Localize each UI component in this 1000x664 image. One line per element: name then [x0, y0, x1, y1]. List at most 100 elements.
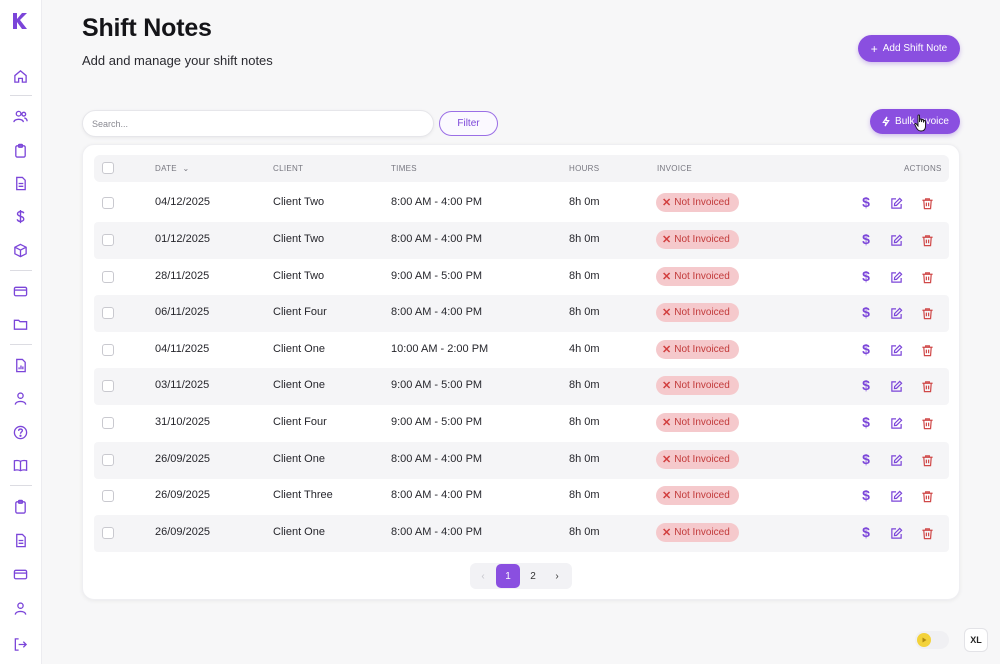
invoice-dollar-icon[interactable]: $ — [859, 304, 873, 320]
edit-icon[interactable] — [889, 233, 903, 247]
edit-icon[interactable] — [889, 306, 903, 320]
invoice-dollar-icon[interactable]: $ — [859, 341, 873, 357]
person-icon-2[interactable] — [11, 599, 29, 617]
sort-chevron-icon: ⌄ — [182, 164, 190, 173]
trash-icon[interactable] — [920, 379, 934, 393]
edit-icon[interactable] — [889, 196, 903, 210]
row-checkbox[interactable] — [102, 417, 114, 429]
cell-client: Client One — [273, 379, 325, 391]
status-badge-label: Not Invoiced — [674, 490, 730, 501]
cube-icon[interactable] — [11, 241, 29, 259]
cell-hours: 8h 0m — [569, 489, 600, 501]
status-badge: ✕ Not Invoiced — [656, 193, 739, 212]
document-icon[interactable] — [11, 174, 29, 192]
edit-icon[interactable] — [889, 343, 903, 357]
edit-icon[interactable] — [889, 270, 903, 284]
sidebar — [0, 0, 42, 664]
cell-hours: 8h 0m — [569, 453, 600, 465]
status-badge-label: Not Invoiced — [674, 271, 730, 282]
trash-icon[interactable] — [920, 416, 934, 430]
cell-client: Client Three — [273, 489, 333, 501]
status-badge-label: Not Invoiced — [674, 527, 730, 538]
cell-times: 9:00 AM - 5:00 PM — [391, 270, 483, 282]
row-checkbox[interactable] — [102, 307, 114, 319]
invoice-dollar-icon[interactable]: $ — [859, 414, 873, 430]
page-1-button[interactable]: 1 — [496, 564, 520, 588]
cell-client: Client Two — [273, 233, 325, 245]
filter-button[interactable]: Filter — [439, 111, 498, 136]
status-badge-label: Not Invoiced — [674, 234, 730, 245]
row-checkbox[interactable] — [102, 234, 114, 246]
select-all-checkbox[interactable] — [102, 162, 114, 174]
trash-icon[interactable] — [920, 453, 934, 467]
logout-icon[interactable] — [11, 635, 29, 653]
cell-date: 03/11/2025 — [155, 379, 210, 391]
document-icon-2[interactable] — [11, 531, 29, 549]
edit-icon[interactable] — [889, 526, 903, 540]
folder-icon[interactable] — [11, 315, 29, 333]
app-logo[interactable] — [11, 12, 29, 30]
trash-icon[interactable] — [920, 196, 934, 210]
invoice-dollar-icon[interactable]: $ — [859, 487, 873, 503]
dollar-icon[interactable] — [11, 207, 29, 225]
cell-date: 01/12/2025 — [155, 233, 211, 245]
trash-icon[interactable] — [920, 233, 934, 247]
invoice-dollar-icon[interactable]: $ — [859, 524, 873, 540]
person-icon[interactable] — [11, 389, 29, 407]
card-icon[interactable] — [11, 282, 29, 300]
cell-hours: 8h 0m — [569, 306, 600, 318]
clipboard-icon-2[interactable] — [11, 497, 29, 515]
cell-client: Client One — [273, 343, 325, 355]
column-date[interactable]: DATE ⌄ — [155, 164, 190, 173]
prev-page-button[interactable]: ‹ — [476, 566, 490, 586]
status-badge-label: Not Invoiced — [674, 197, 730, 208]
invoice-dollar-icon[interactable]: $ — [859, 268, 873, 284]
cell-times: 8:00 AM - 4:00 PM — [391, 489, 483, 501]
add-shift-note-label: Add Shift Note — [882, 43, 948, 54]
card-icon-2[interactable] — [11, 565, 29, 583]
invoice-dollar-icon[interactable]: $ — [859, 231, 873, 247]
invoice-dollar-icon[interactable]: $ — [859, 194, 873, 210]
cell-hours: 8h 0m — [569, 416, 600, 428]
row-checkbox[interactable] — [102, 271, 114, 283]
theme-toggle[interactable] — [915, 631, 949, 649]
page-2-button[interactable]: 2 — [525, 566, 541, 586]
trash-icon[interactable] — [920, 306, 934, 320]
row-checkbox[interactable] — [102, 344, 114, 356]
book-icon[interactable] — [11, 456, 29, 474]
help-icon[interactable] — [11, 423, 29, 441]
clipboard-icon[interactable] — [11, 141, 29, 159]
add-shift-note-button[interactable]: + Add Shift Note — [858, 35, 960, 62]
close-icon: ✕ — [662, 454, 672, 466]
edit-icon[interactable] — [889, 453, 903, 467]
cell-times: 9:00 AM - 5:00 PM — [391, 416, 483, 428]
edit-icon[interactable] — [889, 416, 903, 430]
invoice-dollar-icon[interactable]: $ — [859, 377, 873, 393]
trash-icon[interactable] — [920, 526, 934, 540]
trash-icon[interactable] — [920, 270, 934, 284]
next-page-button[interactable]: › — [550, 566, 564, 586]
search-input[interactable] — [82, 110, 434, 137]
edit-icon[interactable] — [889, 489, 903, 503]
invoice-dollar-icon[interactable]: $ — [859, 451, 873, 467]
cell-client: Client Two — [273, 270, 325, 282]
row-checkbox[interactable] — [102, 527, 114, 539]
size-toggle-button[interactable]: XL — [964, 628, 988, 652]
row-checkbox[interactable] — [102, 490, 114, 502]
row-checkbox[interactable] — [102, 454, 114, 466]
status-badge: ✕ Not Invoiced — [656, 303, 739, 322]
column-actions: ACTIONS — [904, 164, 942, 173]
cell-times: 8:00 AM - 4:00 PM — [391, 233, 483, 245]
cell-times: 10:00 AM - 2:00 PM — [391, 343, 489, 355]
table-row — [94, 185, 949, 222]
row-checkbox[interactable] — [102, 380, 114, 392]
home-icon[interactable] — [11, 67, 29, 85]
row-checkbox[interactable] — [102, 197, 114, 209]
users-icon[interactable] — [11, 107, 29, 125]
sun-icon — [917, 633, 931, 647]
trash-icon[interactable] — [920, 343, 934, 357]
status-badge-label: Not Invoiced — [674, 307, 730, 318]
trash-icon[interactable] — [920, 489, 934, 503]
edit-icon[interactable] — [889, 379, 903, 393]
report-icon[interactable] — [11, 356, 29, 374]
